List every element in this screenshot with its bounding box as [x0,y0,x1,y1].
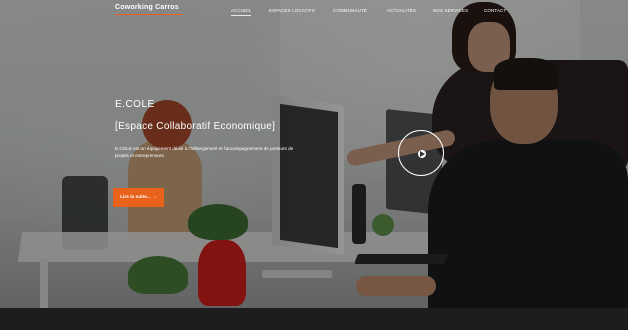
brand-logo[interactable]: Coworking Carros [115,4,179,11]
nav-link-contact[interactable]: CONTACT [484,8,506,13]
hero-title: E.COLE [115,99,155,110]
nav-link-espaces-locatifs[interactable]: ESPACES LOCATIFS [269,8,315,13]
play-triangle-icon [420,151,425,157]
read-more-button[interactable]: Lire la suite... → [113,188,164,207]
top-navigation: Coworking Carros ACCUEIL ESPACES LOCATIF… [0,0,628,22]
nav-link-accueil[interactable]: ACCUEIL [231,8,252,16]
hero-subtitle: [Espace Collaboratif Economique] [115,121,276,132]
page: Coworking Carros ACCUEIL ESPACES LOCATIF… [0,0,628,330]
nav-link-nos-services[interactable]: NOS SERVICES [433,8,468,13]
brand-underline [115,14,183,15]
hero-overlay [0,0,628,308]
nav-link-communaute[interactable]: COMMUNAUTÉ [333,8,367,13]
nav-link-actualites[interactable]: ACTUALITÉS [387,8,416,13]
section-divider-bar [0,308,628,330]
hero-description: E.COLE est un équipement dédié à l'héber… [115,146,294,158]
